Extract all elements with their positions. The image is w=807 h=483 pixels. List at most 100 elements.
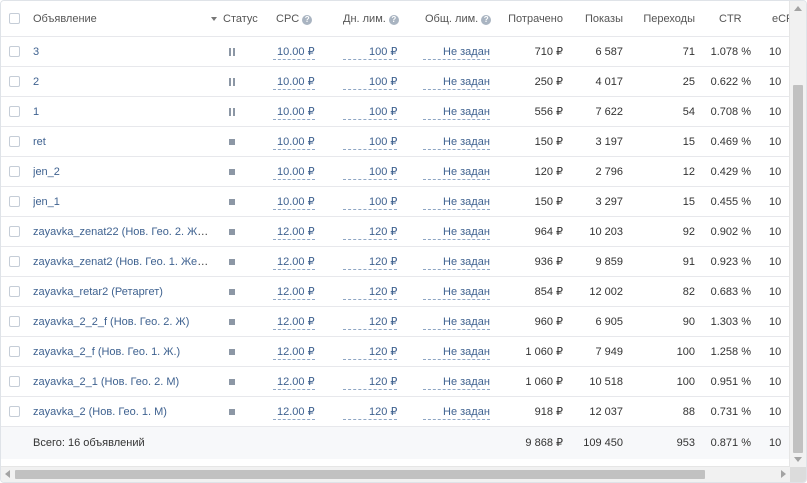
day-limit-value[interactable]: 100 ₽ — [343, 75, 398, 90]
row-checkbox[interactable] — [9, 397, 23, 427]
stop-icon[interactable] — [229, 289, 235, 295]
column-total-limit-header[interactable]: Общ. лим.? — [425, 1, 492, 37]
column-name-header[interactable]: Объявление — [33, 1, 213, 37]
column-views-header[interactable]: Показы — [569, 1, 623, 37]
vertical-scrollbar[interactable] — [789, 1, 806, 467]
total-limit-value[interactable]: Не задан — [423, 375, 490, 390]
stop-icon[interactable] — [229, 169, 235, 175]
table-row[interactable]: zayavka_retar2 (Ретаргет) 12.00 ₽ 120 ₽ Не … — [1, 277, 790, 307]
ad-name-link[interactable]: jen_1 — [33, 196, 60, 208]
row-checkbox[interactable] — [9, 157, 23, 187]
day-limit-value[interactable]: 120 ₽ — [343, 315, 398, 330]
total-limit-value[interactable]: Не задан — [423, 195, 490, 210]
column-spent-header[interactable]: Потрачено — [501, 1, 563, 37]
table-row[interactable]: 3 10.00 ₽ 100 ₽ Не задан 710 ₽ 6 587 71 1.078 %… — [1, 37, 790, 67]
total-limit-value[interactable]: Не задан — [423, 105, 490, 120]
column-day-limit-header[interactable]: Дн. лим.? — [343, 1, 399, 37]
row-checkbox[interactable] — [9, 97, 23, 127]
total-limit-value[interactable]: Не задан — [423, 255, 490, 270]
column-clicks-header[interactable]: Переходы — [631, 1, 695, 37]
pause-icon[interactable] — [229, 108, 236, 116]
day-limit-value[interactable]: 120 ₽ — [343, 345, 398, 360]
column-ctr-header[interactable]: CTR — [719, 1, 749, 37]
cpc-value[interactable]: 12.00 ₽ — [273, 285, 315, 300]
table-row[interactable]: zayavka_2 (Нов. Гео. 1. М) 12.00 ₽ 120 ₽ Не… — [1, 397, 790, 427]
table-row[interactable]: zayavka_2_1 (Нов. Гео. 2. М) 12.00 ₽ 120 ₽… — [1, 367, 790, 397]
total-limit-value[interactable]: Не задан — [423, 75, 490, 90]
table-row[interactable]: zayavka_zenat2 (Нов. Гео. 1. Женаты) 12.0… — [1, 247, 790, 277]
stop-icon[interactable] — [229, 379, 235, 385]
day-limit-value[interactable]: 120 ₽ — [343, 405, 398, 420]
table-row[interactable]: jen_1 10.00 ₽ 100 ₽ Не задан 150 ₽ 3 297 15 0.4… — [1, 187, 790, 217]
ad-name-link[interactable]: zayavka_2 (Нов. Гео. 1. М) — [33, 406, 167, 418]
ad-name-link[interactable]: zayavka_2_1 (Нов. Гео. 2. М) — [33, 376, 179, 388]
cpc-value[interactable]: 10.00 ₽ — [273, 45, 315, 60]
day-limit-value[interactable]: 120 ₽ — [343, 375, 398, 390]
vertical-scroll-thumb[interactable] — [793, 85, 803, 453]
scroll-up-icon[interactable] — [794, 6, 802, 11]
horizontal-scrollbar[interactable] — [1, 466, 790, 482]
pause-icon[interactable] — [229, 78, 236, 86]
sort-arrow-icon[interactable] — [211, 1, 221, 37]
day-limit-value[interactable]: 100 ₽ — [343, 45, 398, 60]
stop-icon[interactable] — [229, 349, 235, 355]
cpc-value[interactable]: 10.00 ₽ — [273, 75, 315, 90]
total-limit-value[interactable]: Не задан — [423, 45, 490, 60]
day-limit-value[interactable]: 100 ₽ — [343, 135, 398, 150]
ad-name-link[interactable]: jen_2 — [33, 166, 60, 178]
scroll-left-icon[interactable] — [5, 470, 10, 478]
ad-name-link[interactable]: zayavka_2_f (Нов. Гео. 1. Ж.) — [33, 346, 180, 358]
help-icon[interactable]: ? — [388, 15, 399, 25]
day-limit-value[interactable]: 120 ₽ — [343, 225, 398, 240]
table-row[interactable]: jen_2 10.00 ₽ 100 ₽ Не задан 120 ₽ 2 796 12 0.4… — [1, 157, 790, 187]
stop-icon[interactable] — [229, 319, 235, 325]
day-limit-value[interactable]: 120 ₽ — [343, 255, 398, 270]
ad-name-link[interactable]: 3 — [33, 46, 39, 58]
row-checkbox[interactable] — [9, 277, 23, 307]
table-row[interactable]: zayavka_2_2_f (Нов. Гео. 2. Ж) 12.00 ₽ 120… — [1, 307, 790, 337]
row-checkbox[interactable] — [9, 37, 23, 67]
ad-name-link[interactable]: zayavka_zenat22 (Нов. Гео. 2. Жена… — [33, 226, 213, 238]
ad-name-link[interactable]: 1 — [33, 106, 39, 118]
cpc-value[interactable]: 12.00 ₽ — [273, 405, 315, 420]
ad-name-link[interactable]: 2 — [33, 76, 39, 88]
ad-name-link[interactable]: zayavka_retar2 (Ретаргет) — [33, 286, 163, 298]
day-limit-value[interactable]: 120 ₽ — [343, 285, 398, 300]
table-row[interactable]: 2 10.00 ₽ 100 ₽ Не задан 250 ₽ 4 017 25 0.622 %… — [1, 67, 790, 97]
cpc-value[interactable]: 12.00 ₽ — [273, 255, 315, 270]
row-checkbox[interactable] — [9, 307, 23, 337]
total-limit-value[interactable]: Не задан — [423, 345, 490, 360]
help-icon[interactable]: ? — [481, 15, 492, 25]
total-limit-value[interactable]: Не задан — [423, 405, 490, 420]
table-row[interactable]: zayavka_2_f (Нов. Гео. 1. Ж.) 12.00 ₽ 120 … — [1, 337, 790, 367]
table-row[interactable]: ret 10.00 ₽ 100 ₽ Не задан 150 ₽ 3 197 15 0.469… — [1, 127, 790, 157]
column-status-header[interactable]: Статус — [223, 1, 263, 37]
cpc-value[interactable]: 12.00 ₽ — [273, 225, 315, 240]
row-checkbox[interactable] — [9, 247, 23, 277]
ad-name-link[interactable]: ret — [33, 136, 46, 148]
cpc-value[interactable]: 10.00 ₽ — [273, 195, 315, 210]
table-row[interactable]: 1 10.00 ₽ 100 ₽ Не задан 556 ₽ 7 622 54 0.708 %… — [1, 97, 790, 127]
total-limit-value[interactable]: Не задан — [423, 165, 490, 180]
help-icon[interactable]: ? — [302, 15, 313, 25]
stop-icon[interactable] — [229, 199, 235, 205]
table-row[interactable]: zayavka_zenat22 (Нов. Гео. 2. Жена… 12.00… — [1, 217, 790, 247]
stop-icon[interactable] — [229, 259, 235, 265]
stop-icon[interactable] — [229, 229, 235, 235]
row-checkbox[interactable] — [9, 187, 23, 217]
row-checkbox[interactable] — [9, 67, 23, 97]
total-limit-value[interactable]: Не задан — [423, 315, 490, 330]
day-limit-value[interactable]: 100 ₽ — [343, 105, 398, 120]
column-cpc-header[interactable]: CPC? — [276, 1, 324, 37]
stop-icon[interactable] — [229, 409, 235, 415]
pause-icon[interactable] — [229, 48, 236, 56]
day-limit-value[interactable]: 100 ₽ — [343, 165, 398, 180]
cpc-value[interactable]: 12.00 ₽ — [273, 375, 315, 390]
row-checkbox[interactable] — [9, 127, 23, 157]
select-all-checkbox[interactable] — [9, 1, 23, 37]
cpc-value[interactable]: 10.00 ₽ — [273, 105, 315, 120]
row-checkbox[interactable] — [9, 217, 23, 247]
day-limit-value[interactable]: 100 ₽ — [343, 195, 398, 210]
cpc-value[interactable]: 10.00 ₽ — [273, 165, 315, 180]
scroll-down-icon[interactable] — [794, 457, 802, 462]
